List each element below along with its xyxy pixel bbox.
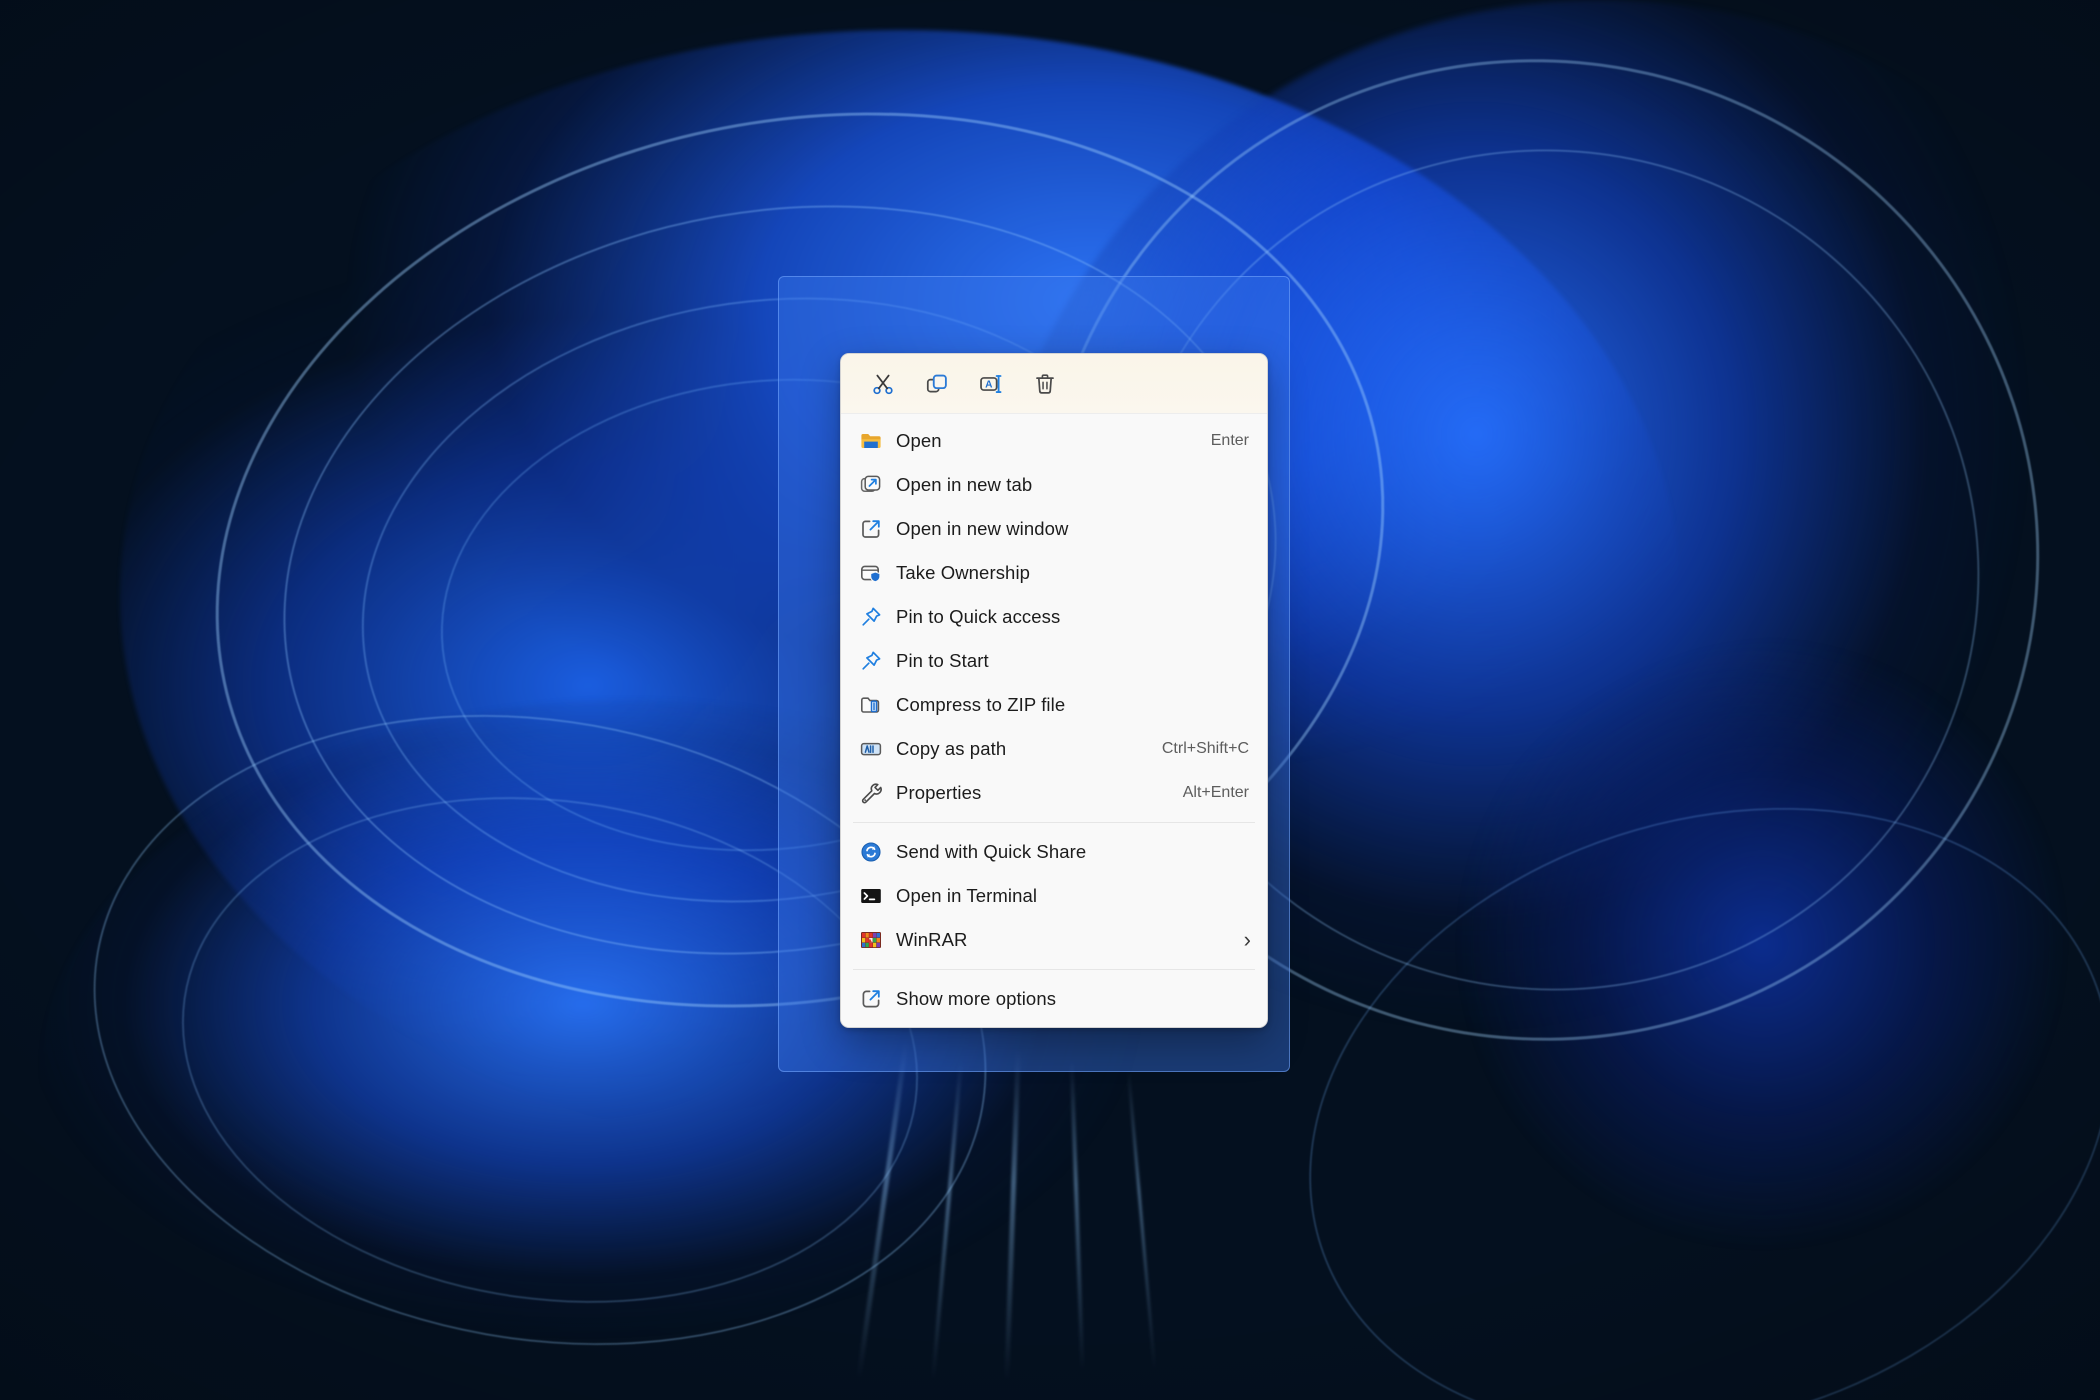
copy-button[interactable] <box>913 362 961 406</box>
show-more-icon <box>858 986 884 1012</box>
menu-separator <box>853 822 1255 823</box>
menu-item-winrar[interactable]: WinRAR › <box>841 918 1267 962</box>
terminal-icon <box>858 883 884 909</box>
menu-item-label: Open <box>896 430 942 451</box>
svg-text:A: A <box>985 379 993 390</box>
menu-separator <box>853 969 1255 970</box>
pin-icon <box>858 604 884 630</box>
menu-item-pin-to-quick-access[interactable]: Pin to Quick access <box>841 595 1267 639</box>
menu-item-label: Take Ownership <box>896 562 1031 583</box>
scissors-icon <box>870 371 896 397</box>
menu-item-take-ownership[interactable]: Take Ownership <box>841 551 1267 595</box>
menu-item-label: Open in Terminal <box>896 885 1038 906</box>
quick-share-icon <box>858 839 884 865</box>
trash-icon <box>1032 371 1058 397</box>
cut-button[interactable] <box>859 362 907 406</box>
rename-icon: A <box>978 371 1004 397</box>
menu-item-compress-to-zip[interactable]: Compress to ZIP file <box>841 683 1267 727</box>
menu-item-open-in-new-tab[interactable]: Open in new tab <box>841 463 1267 507</box>
menu-item-shortcut: Alt+Enter <box>1182 784 1249 801</box>
wrench-icon <box>858 780 884 806</box>
context-menu: A Open Enter Open in new tab Open in new… <box>840 353 1268 1028</box>
folder-open-icon <box>858 428 884 454</box>
new-window-icon <box>858 516 884 542</box>
menu-item-properties[interactable]: Properties Alt+Enter <box>841 771 1267 815</box>
menu-item-show-more-options[interactable]: Show more options <box>841 977 1267 1021</box>
new-tab-icon <box>858 472 884 498</box>
menu-item-send-with-quick-share[interactable]: Send with Quick Share <box>841 830 1267 874</box>
menu-item-open-in-terminal[interactable]: Open in Terminal <box>841 874 1267 918</box>
copy-icon <box>924 371 950 397</box>
zip-folder-icon <box>858 692 884 718</box>
menu-item-label: Copy as path <box>896 738 1007 759</box>
menu-item-label: Show more options <box>896 988 1057 1009</box>
menu-item-shortcut: Ctrl+Shift+C <box>1161 740 1249 757</box>
menu-item-label: Compress to ZIP file <box>896 694 1066 715</box>
winrar-icon <box>858 927 884 953</box>
shield-window-icon <box>858 560 884 586</box>
menu-item-label: Open in new tab <box>896 474 1033 495</box>
chevron-right-icon: › <box>1243 927 1251 952</box>
pin-icon <box>858 648 884 674</box>
menu-item-label: Open in new window <box>896 518 1069 539</box>
delete-button[interactable] <box>1021 362 1069 406</box>
context-menu-command-bar: A <box>841 354 1267 414</box>
menu-item-shortcut: Enter <box>1210 432 1249 449</box>
context-menu-items: Open Enter Open in new tab Open in new w… <box>841 414 1267 1027</box>
menu-item-copy-as-path[interactable]: Copy as path Ctrl+Shift+C <box>841 727 1267 771</box>
menu-item-label: Send with Quick Share <box>896 841 1087 862</box>
menu-item-label: Properties <box>896 782 982 803</box>
menu-item-pin-to-start[interactable]: Pin to Start <box>841 639 1267 683</box>
copy-path-icon <box>858 736 884 762</box>
menu-item-open[interactable]: Open Enter <box>841 419 1267 463</box>
menu-item-open-in-new-window[interactable]: Open in new window <box>841 507 1267 551</box>
desktop-screen: A Open Enter Open in new tab Open in new… <box>0 0 2100 1400</box>
menu-item-label: WinRAR <box>896 929 968 950</box>
rename-button[interactable]: A <box>967 362 1015 406</box>
menu-item-label: Pin to Start <box>896 650 989 671</box>
menu-item-label: Pin to Quick access <box>896 606 1061 627</box>
